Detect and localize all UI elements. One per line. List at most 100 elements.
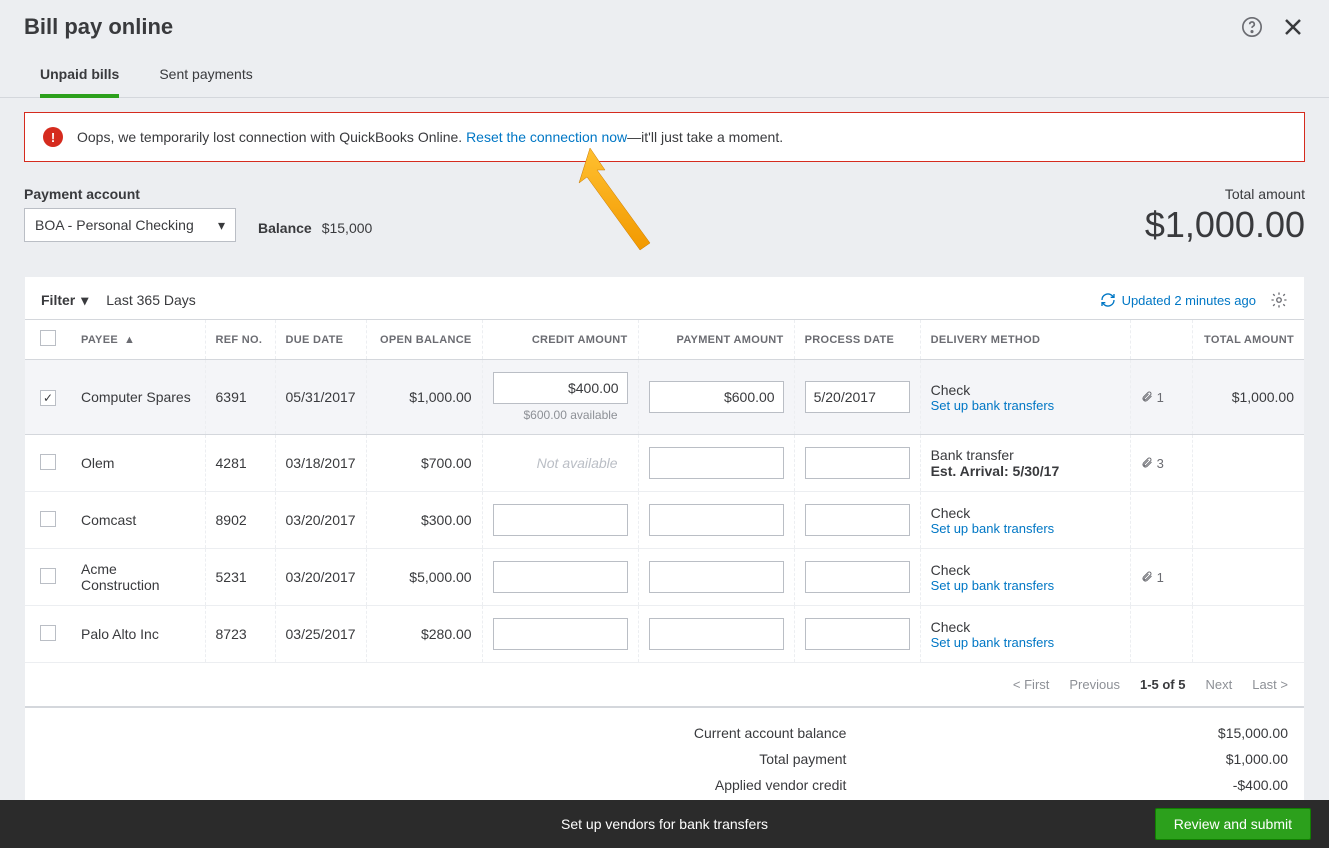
- attachment-indicator[interactable]: 1: [1141, 570, 1182, 585]
- review-submit-button[interactable]: Review and submit: [1155, 808, 1311, 840]
- payment-input[interactable]: [649, 504, 784, 536]
- chevron-down-icon: ▾: [81, 292, 88, 309]
- cell-ref: 4281: [205, 435, 275, 492]
- totals-footer: Current account balance$15,000.00Total p…: [25, 706, 1304, 804]
- delivery-est-arrival: Est. Arrival: 5/30/17: [931, 463, 1120, 479]
- col-ref[interactable]: REF NO.: [205, 320, 275, 360]
- cell-delivery: CheckSet up bank transfers: [920, 492, 1130, 549]
- totals-value: $1,000.00: [846, 746, 1288, 772]
- col-due[interactable]: DUE DATE: [275, 320, 366, 360]
- cell-process: [794, 606, 920, 663]
- delivery-method: Check: [931, 382, 1120, 398]
- attachment-indicator[interactable]: 1: [1141, 390, 1182, 405]
- credit-na: Not available: [493, 455, 628, 471]
- cell-process: [794, 360, 920, 435]
- delivery-method: Check: [931, 619, 1120, 635]
- cell-attach: 3: [1130, 435, 1192, 492]
- row-checkbox[interactable]: [40, 454, 56, 470]
- credit-input[interactable]: [493, 618, 628, 650]
- page-next[interactable]: Next: [1205, 677, 1232, 692]
- select-all-checkbox[interactable]: [40, 330, 56, 346]
- process-date-input[interactable]: [805, 561, 910, 593]
- row-checkbox[interactable]: [40, 625, 56, 641]
- pagination: < First Previous 1-5 of 5 Next Last >: [25, 663, 1304, 706]
- close-icon[interactable]: [1281, 15, 1305, 39]
- totals-value: $15,000.00: [846, 720, 1288, 746]
- process-date-input[interactable]: [805, 447, 910, 479]
- page-first[interactable]: < First: [1013, 677, 1049, 692]
- col-delivery[interactable]: DELIVERY METHOD: [920, 320, 1130, 360]
- row-checkbox[interactable]: [40, 511, 56, 527]
- tabs: Unpaid bills Sent payments: [24, 58, 1305, 97]
- cell-delivery: CheckSet up bank transfers: [920, 360, 1130, 435]
- payment-input[interactable]: [649, 618, 784, 650]
- totals-label: Total payment: [41, 746, 846, 772]
- delivery-method: Bank transfer: [931, 447, 1120, 463]
- header: Bill pay online Unpaid bills Sent paymen…: [0, 0, 1329, 97]
- cell-payee: Olem: [71, 435, 205, 492]
- paperclip-icon: [1141, 456, 1153, 470]
- setup-bank-transfer-link[interactable]: Set up bank transfers: [931, 521, 1120, 536]
- setup-bank-transfer-link[interactable]: Set up bank transfers: [931, 635, 1120, 650]
- balance-label: Balance: [258, 220, 312, 236]
- col-payment[interactable]: PAYMENT AMOUNT: [638, 320, 794, 360]
- cell-open-balance: $700.00: [366, 435, 482, 492]
- alert-reset-link[interactable]: Reset the connection now: [466, 129, 627, 145]
- payment-account-label: Payment account: [24, 186, 236, 202]
- table-row: Olem428103/18/2017$700.00Not availableBa…: [25, 435, 1304, 492]
- payment-account-value: BOA - Personal Checking: [35, 217, 194, 233]
- tab-sent-payments[interactable]: Sent payments: [159, 58, 252, 97]
- attachment-indicator[interactable]: 3: [1141, 456, 1182, 471]
- cell-credit: [482, 492, 638, 549]
- col-payee[interactable]: PAYEE▲: [71, 320, 205, 360]
- tab-unpaid-bills[interactable]: Unpaid bills: [40, 58, 119, 98]
- cell-process: [794, 435, 920, 492]
- cell-attach: [1130, 492, 1192, 549]
- col-process[interactable]: PROCESS DATE: [794, 320, 920, 360]
- filter-button[interactable]: Filter ▾: [41, 292, 88, 309]
- footer-bar: Set up vendors for bank transfers Review…: [0, 800, 1329, 848]
- delivery-method: Check: [931, 505, 1120, 521]
- balance-value: $15,000: [322, 220, 373, 236]
- payment-input[interactable]: [649, 561, 784, 593]
- gear-icon[interactable]: [1270, 291, 1288, 309]
- row-checkbox[interactable]: [40, 568, 56, 584]
- help-icon[interactable]: [1241, 16, 1263, 38]
- credit-note: $600.00 available: [493, 404, 628, 422]
- cell-open-balance: $300.00: [366, 492, 482, 549]
- process-date-input[interactable]: [805, 381, 910, 413]
- cell-open-balance: $5,000.00: [366, 549, 482, 606]
- cell-delivery: CheckSet up bank transfers: [920, 549, 1130, 606]
- col-total[interactable]: TOTAL AMOUNT: [1192, 320, 1304, 360]
- payment-input[interactable]: [649, 447, 784, 479]
- credit-input[interactable]: [493, 504, 628, 536]
- credit-input[interactable]: [493, 561, 628, 593]
- page-last[interactable]: Last >: [1252, 677, 1288, 692]
- process-date-input[interactable]: [805, 618, 910, 650]
- credit-input[interactable]: [493, 372, 628, 404]
- cell-open-balance: $280.00: [366, 606, 482, 663]
- payment-input[interactable]: [649, 381, 784, 413]
- setup-bank-transfer-link[interactable]: Set up bank transfers: [931, 578, 1120, 593]
- page-prev[interactable]: Previous: [1069, 677, 1120, 692]
- footer-setup-link[interactable]: Set up vendors for bank transfers: [561, 816, 768, 832]
- col-open[interactable]: OPEN BALANCE: [366, 320, 482, 360]
- refresh-link[interactable]: Updated 2 minutes ago: [1100, 292, 1256, 308]
- row-checkbox[interactable]: [40, 390, 56, 406]
- cell-payment: [638, 606, 794, 663]
- bills-table: PAYEE▲ REF NO. DUE DATE OPEN BALANCE CRE…: [25, 319, 1304, 663]
- cell-due: 03/20/2017: [275, 492, 366, 549]
- payment-account-select[interactable]: BOA - Personal Checking ▾: [24, 208, 236, 242]
- cell-payment: [638, 360, 794, 435]
- page-title: Bill pay online: [24, 14, 173, 40]
- cell-delivery: CheckSet up bank transfers: [920, 606, 1130, 663]
- cell-delivery: Bank transferEst. Arrival: 5/30/17: [920, 435, 1130, 492]
- col-credit[interactable]: CREDIT AMOUNT: [482, 320, 638, 360]
- setup-bank-transfer-link[interactable]: Set up bank transfers: [931, 398, 1120, 413]
- table-row: Palo Alto Inc872303/25/2017$280.00CheckS…: [25, 606, 1304, 663]
- page-current: 1-5 of 5: [1140, 677, 1186, 692]
- cell-due: 05/31/2017: [275, 360, 366, 435]
- process-date-input[interactable]: [805, 504, 910, 536]
- alert-text-before: Oops, we temporarily lost connection wit…: [77, 129, 466, 145]
- sort-asc-icon: ▲: [124, 334, 135, 346]
